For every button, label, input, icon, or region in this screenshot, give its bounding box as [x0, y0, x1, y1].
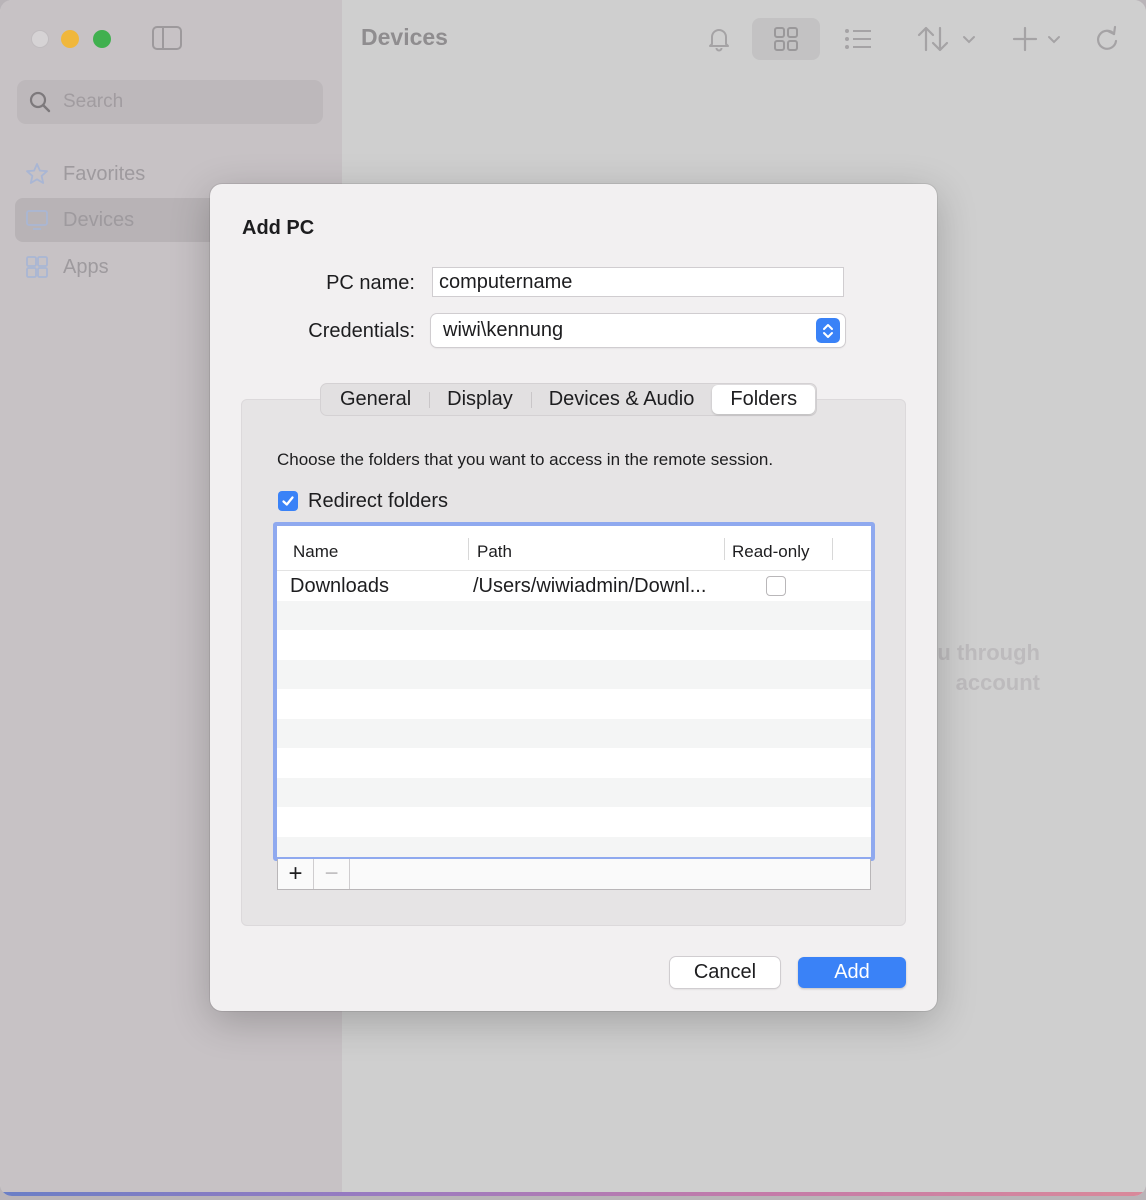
tab-general[interactable]: General	[322, 385, 429, 414]
tab-bar: General Display Devices & Audio Folders	[320, 383, 818, 416]
credentials-value: wiwi\kennung	[443, 319, 564, 341]
sidebar-item-label: Devices	[63, 208, 135, 231]
apps-icon	[26, 256, 48, 278]
empty-table-row	[277, 659, 871, 689]
cancel-button[interactable]: Cancel	[670, 957, 780, 988]
desktop-edge	[0, 1192, 1146, 1196]
sidebar-toggle-icon[interactable]	[152, 26, 182, 50]
column-header-name[interactable]: Name	[293, 542, 338, 562]
checkmark-icon	[282, 496, 294, 506]
chevron-up-down-icon	[816, 318, 840, 343]
table-footer-bar: + −	[277, 859, 871, 890]
sidebar-item-label: Favorites	[63, 162, 146, 185]
read-only-checkbox[interactable]	[766, 576, 786, 596]
folder-name-cell: Downloads	[290, 575, 389, 597]
pc-name-input[interactable]: computername	[432, 267, 844, 297]
column-divider[interactable]	[468, 538, 469, 560]
sidebar-item-label: Apps	[63, 255, 109, 278]
column-header-path[interactable]: Path	[477, 542, 512, 562]
folders-table[interactable]: Name Path Read-only Downloads /Users/wiw…	[273, 522, 875, 861]
credentials-label: Credentials:	[308, 320, 415, 342]
add-button[interactable]: Add	[798, 957, 906, 988]
redirect-folders-checkbox[interactable]	[278, 491, 298, 511]
background-hint-text: u through account	[930, 638, 1040, 698]
search-placeholder: Search	[63, 91, 124, 112]
empty-table-row	[277, 689, 871, 719]
column-divider[interactable]	[724, 538, 725, 560]
column-header-read-only[interactable]: Read-only	[732, 542, 810, 562]
zoom-window-button[interactable]	[93, 30, 111, 48]
add-folder-button[interactable]: +	[278, 859, 314, 889]
pc-name-label: PC name:	[326, 272, 415, 294]
search-field[interactable]: Search	[17, 80, 323, 124]
add-menu-icon[interactable]	[1012, 18, 1064, 60]
empty-table-row	[277, 630, 871, 660]
empty-table-row	[277, 600, 871, 630]
folder-path-cell: /Users/wiwiadmin/Downl...	[473, 575, 707, 597]
credentials-select[interactable]: wiwi\kennung	[431, 314, 845, 347]
tab-display[interactable]: Display	[429, 385, 531, 414]
empty-table-row	[277, 807, 871, 837]
sort-menu-icon[interactable]	[916, 18, 980, 60]
grid-view-icon[interactable]	[752, 18, 820, 60]
table-header: Name Path Read-only	[277, 526, 871, 571]
page-title: Devices	[361, 24, 448, 50]
tab-folders[interactable]: Folders	[712, 385, 816, 414]
empty-table-row	[277, 748, 871, 778]
search-icon	[29, 91, 51, 113]
background-hint-line: account	[955, 670, 1040, 695]
column-divider[interactable]	[832, 538, 833, 560]
folders-description: Choose the folders that you want to acce…	[277, 450, 774, 469]
add-pc-dialog: Add PC PC name: computername Credentials…	[210, 184, 937, 1011]
redirect-folders-label[interactable]: Redirect folders	[308, 490, 448, 513]
close-window-button[interactable]	[31, 30, 49, 48]
dialog-title: Add PC	[242, 217, 315, 239]
star-icon	[26, 163, 48, 184]
refresh-icon[interactable]	[1092, 18, 1122, 60]
background-hint-line: u through	[937, 640, 1040, 665]
list-view-icon[interactable]	[842, 18, 874, 60]
empty-table-row	[277, 718, 871, 748]
bell-icon[interactable]	[704, 18, 734, 60]
minimize-window-button[interactable]	[61, 30, 79, 48]
empty-table-row	[277, 836, 871, 857]
tab-devices-audio[interactable]: Devices & Audio	[530, 385, 713, 414]
table-row[interactable]: Downloads /Users/wiwiadmin/Downl...	[277, 571, 871, 601]
empty-table-row	[277, 777, 871, 807]
remove-folder-button[interactable]: −	[314, 859, 350, 889]
monitor-icon	[26, 210, 48, 230]
